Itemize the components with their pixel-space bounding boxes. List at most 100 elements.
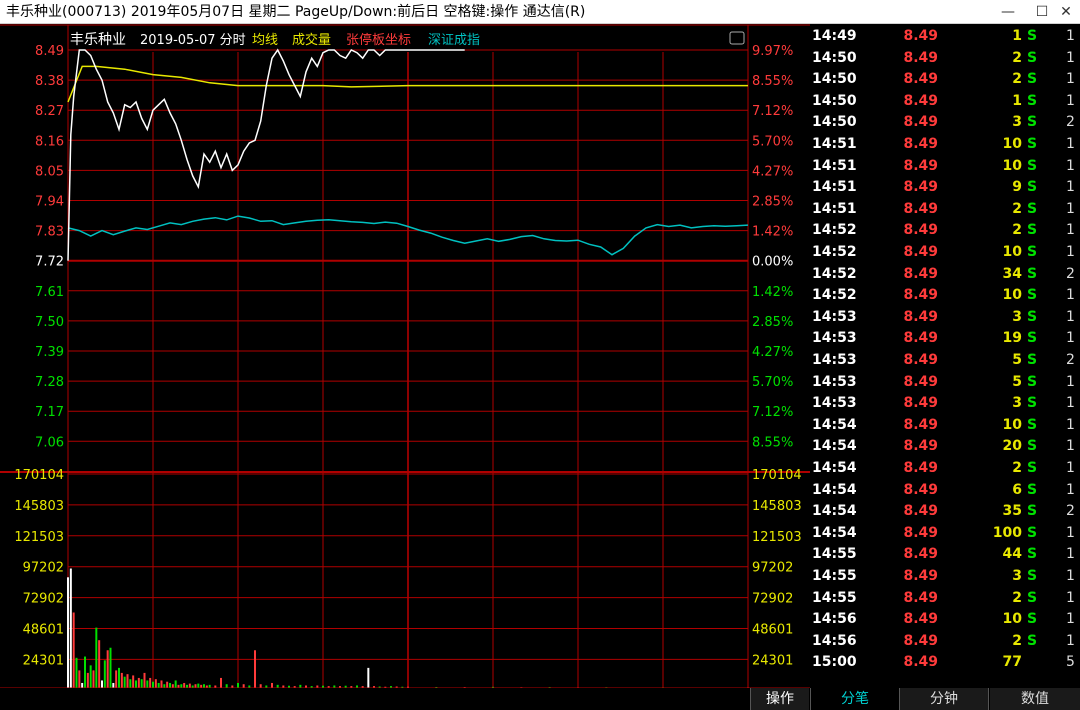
tick-time: 14:52 <box>812 287 857 304</box>
tick-side: S <box>1027 438 1038 455</box>
tick-price: 8.49 <box>903 352 938 368</box>
tick-row: 14:56 8.49 2 S 1 <box>810 631 1080 652</box>
price-tick-label: 7.83 <box>35 225 64 240</box>
tick-volume: 1 <box>1012 92 1022 109</box>
tick-side: S <box>1027 92 1038 109</box>
tick-side: S <box>1027 157 1038 174</box>
tick-volume: 5 <box>1012 373 1022 390</box>
tick-time: 14:50 <box>812 92 857 109</box>
tick-price: 8.49 <box>903 395 938 412</box>
tick-volume: 10 <box>1002 244 1022 260</box>
tick-row: 14:55 8.49 3 S 1 <box>810 566 1080 587</box>
tick-volume: 1 <box>1012 28 1022 44</box>
tick-time: 14:51 <box>812 179 857 196</box>
tick-side: S <box>1027 568 1038 584</box>
tab-fenzhong[interactable]: 分钟 <box>900 688 989 710</box>
toggle-panel-icon[interactable] <box>729 31 745 45</box>
volume-tick-label: 72902 <box>752 592 793 607</box>
tick-price: 8.49 <box>903 200 938 217</box>
window-title: 丰乐种业(000713) 2019年05月07日 星期二 PageUp/Down… <box>6 4 586 20</box>
tick-time: 14:51 <box>812 200 857 217</box>
minimize-icon[interactable]: — <box>996 0 1020 24</box>
tick-count: 1 <box>1066 71 1075 88</box>
tick-side: S <box>1027 460 1038 476</box>
tick-list[interactable]: 14:49 8.49 1 S 1 14:50 8.49 2 S 1 14:50 8.49 2 S 1 14:5… <box>810 26 1080 686</box>
tick-price: 8.49 <box>903 49 938 66</box>
price-tick-label: 7.17 <box>35 405 64 420</box>
tick-count: 1 <box>1066 308 1075 325</box>
tick-count: 1 <box>1066 524 1075 541</box>
pct-tick-label: 5.70% <box>752 375 793 390</box>
tick-side: S <box>1027 200 1038 217</box>
tick-row: 14:52 8.49 34 S 2 <box>810 264 1080 285</box>
pct-tick-label: 1.42% <box>752 285 793 300</box>
tick-row: 14:55 8.49 44 S 1 <box>810 544 1080 565</box>
tab-fenbi[interactable]: 分笔 <box>810 688 900 710</box>
tick-time: 14:53 <box>812 395 857 412</box>
close-icon[interactable]: ✕ <box>1054 0 1078 24</box>
tab-shuzhi[interactable]: 数值 <box>990 688 1080 710</box>
tick-volume: 77 <box>1002 654 1022 671</box>
tick-count: 1 <box>1066 200 1075 217</box>
tick-price: 8.49 <box>903 222 938 239</box>
tick-count: 1 <box>1066 179 1075 196</box>
tick-time: 14:54 <box>812 481 857 498</box>
tick-price: 8.49 <box>903 503 938 520</box>
tick-volume: 2 <box>1012 460 1022 476</box>
tick-time: 14:53 <box>812 352 857 368</box>
tick-price: 8.49 <box>903 244 938 260</box>
tick-count: 1 <box>1066 373 1075 390</box>
pct-tick-label: 4.27% <box>752 164 793 179</box>
price-line <box>67 48 465 261</box>
tick-side: S <box>1027 265 1038 282</box>
price-tick-label: 7.94 <box>35 195 64 210</box>
tick-price: 8.49 <box>903 460 938 476</box>
tick-price: 8.49 <box>903 654 938 671</box>
tick-count: 1 <box>1066 330 1075 347</box>
tick-side: S <box>1027 546 1038 563</box>
restore-icon[interactable]: ☐ <box>1030 0 1054 24</box>
tick-time: 14:52 <box>812 244 857 260</box>
tick-row: 14:54 8.49 35 S 2 <box>810 501 1080 522</box>
intraday-chart[interactable]: 丰乐种业 2019-05-07 分时 均线 成交量 张停板坐标 深证成指 8.49 9.97%… <box>0 24 810 688</box>
tick-row: 14:51 8.49 2 S 1 <box>810 199 1080 220</box>
tick-count: 2 <box>1066 503 1075 520</box>
tick-price: 8.49 <box>903 92 938 109</box>
legend-item: 张停板坐标 <box>346 32 411 48</box>
tick-time: 14:53 <box>812 308 857 325</box>
tick-price: 8.49 <box>903 416 938 433</box>
tick-count: 2 <box>1066 114 1075 131</box>
tick-time: 14:51 <box>812 136 857 152</box>
tick-count: 2 <box>1066 265 1075 282</box>
tick-time: 14:54 <box>812 503 857 520</box>
tick-side: S <box>1027 481 1038 498</box>
legend-item: 均线 <box>252 33 278 48</box>
pct-tick-label: 8.55% <box>752 74 793 89</box>
tick-time: 14:55 <box>812 568 857 584</box>
pct-tick-label: 7.12% <box>752 405 793 420</box>
tick-count: 1 <box>1066 244 1075 260</box>
tick-row: 14:52 8.49 10 S 1 <box>810 242 1080 263</box>
tick-count: 1 <box>1066 632 1075 649</box>
volume-tick-label: 97202 <box>752 561 793 576</box>
tick-count: 1 <box>1066 395 1075 412</box>
tick-volume: 44 <box>1002 546 1022 563</box>
tick-volume: 35 <box>1002 503 1022 520</box>
tick-time: 15:00 <box>812 654 857 671</box>
tick-side: S <box>1027 503 1038 520</box>
tick-volume: 6 <box>1012 481 1022 498</box>
tick-side: S <box>1027 308 1038 325</box>
tick-time: 14:54 <box>812 460 857 476</box>
tick-row: 14:53 8.49 5 S 2 <box>810 350 1080 371</box>
tick-volume: 2 <box>1012 200 1022 217</box>
pct-tick-label: 9.97% <box>752 44 793 59</box>
tick-price: 8.49 <box>903 589 938 606</box>
price-tick-label: 8.27 <box>35 104 64 119</box>
tick-side: S <box>1027 416 1038 433</box>
tab-caozuo[interactable]: 操作 <box>750 688 809 710</box>
tick-price: 8.49 <box>903 157 938 174</box>
tick-side: S <box>1027 179 1038 196</box>
tick-price: 8.49 <box>903 611 938 628</box>
tick-volume: 2 <box>1012 589 1022 606</box>
pct-tick-label: 2.85% <box>752 195 793 210</box>
